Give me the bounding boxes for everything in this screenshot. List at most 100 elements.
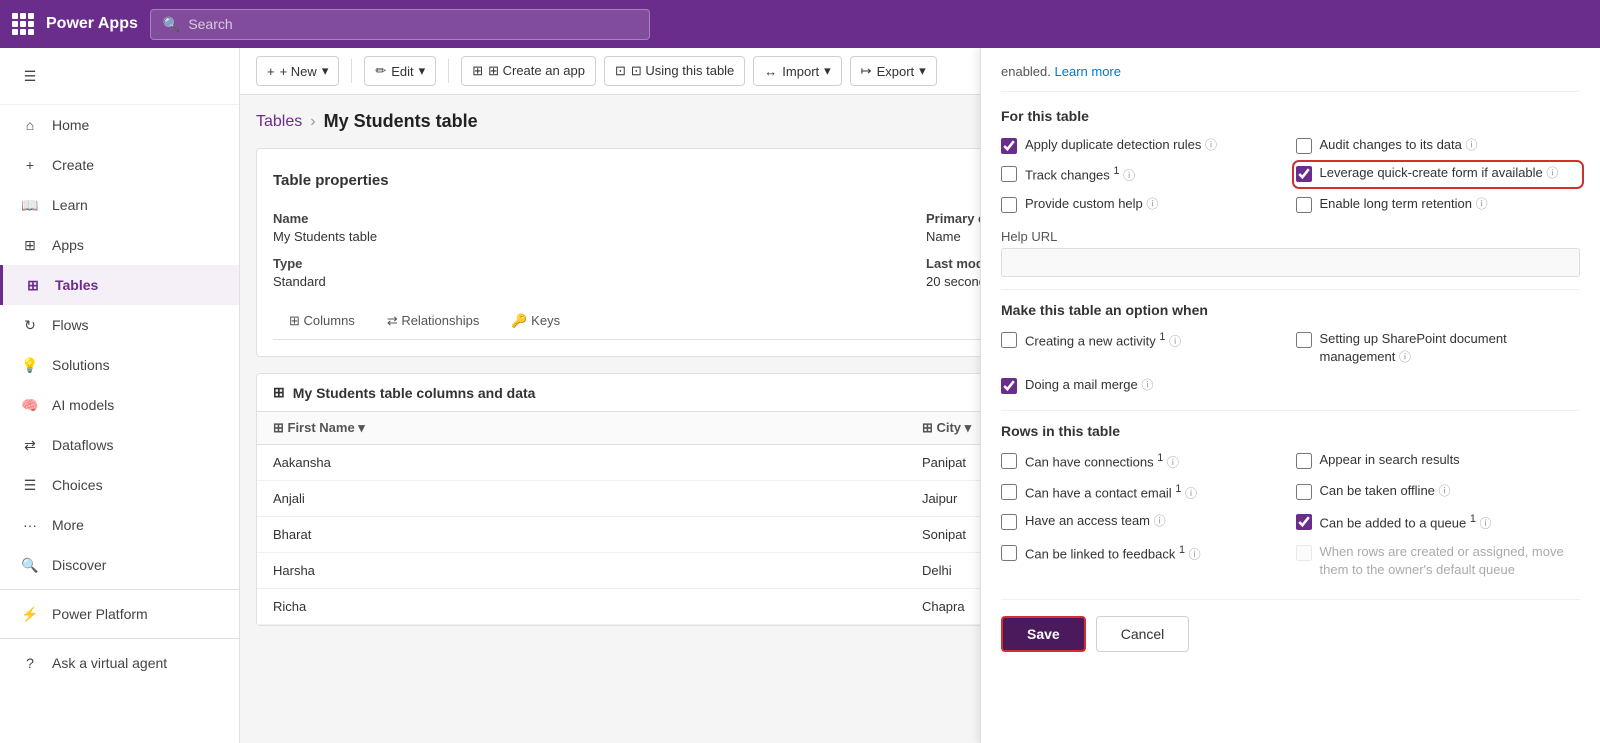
label-can-have-contact[interactable]: Can have a contact email 1 ⓘ [1025, 482, 1197, 503]
cell-first-name: Aakansha [257, 445, 906, 481]
info-apply-dup[interactable]: ⓘ [1205, 138, 1217, 152]
info-can-have-connections[interactable]: ⓘ [1167, 456, 1179, 470]
rows-grid: Can have connections 1 ⓘ Appear in searc… [1001, 451, 1580, 579]
tables-icon: ⊞ [23, 275, 43, 295]
sidebar-label-dataflows: Dataflows [52, 437, 113, 453]
import-icon: ↔ [764, 64, 777, 79]
import-button[interactable]: ↔ Import ▾ [753, 56, 841, 86]
checkbox-have-access-team[interactable] [1001, 514, 1017, 530]
tab-columns[interactable]: ⊞ Columns [273, 305, 371, 339]
info-have-access-team[interactable]: ⓘ [1154, 514, 1166, 528]
sidebar-item-ask-agent[interactable]: ? Ask a virtual agent [0, 643, 239, 683]
sidebar-collapse[interactable]: ☰ [0, 56, 239, 96]
sidebar-item-more[interactable]: ··· More [0, 505, 239, 545]
info-provide-custom[interactable]: ⓘ [1146, 197, 1158, 211]
info-audit-changes[interactable]: ⓘ [1465, 138, 1477, 152]
new-button[interactable]: + + New ▾ [256, 56, 339, 86]
checkbox-appear-search[interactable] [1296, 453, 1312, 469]
checkbox-can-be-linked[interactable] [1001, 545, 1017, 561]
create-app-button[interactable]: ⊞ ⊞ Create an app [461, 56, 596, 86]
checkbox-can-have-connections[interactable] [1001, 453, 1017, 469]
tab-relationships[interactable]: ⇄ Relationships [371, 305, 496, 339]
grid-icon[interactable] [12, 13, 34, 35]
info-doing-mail[interactable]: ⓘ [1141, 378, 1153, 392]
info-can-be-added-queue[interactable]: ⓘ [1480, 517, 1492, 531]
tab-keys[interactable]: 🔑 Keys [495, 305, 576, 339]
checkbox-apply-dup[interactable] [1001, 138, 1017, 154]
search-bar[interactable]: 🔍 [150, 9, 650, 40]
export-icon: ↦ [861, 63, 872, 79]
sidebar-item-dataflows[interactable]: ⇄ Dataflows [0, 425, 239, 465]
cell-first-name: Richa [257, 589, 906, 625]
sidebar-item-ai-models[interactable]: 🧠 AI models [0, 385, 239, 425]
cell-first-name: Bharat [257, 517, 906, 553]
info-can-be-offline[interactable]: ⓘ [1439, 484, 1451, 498]
info-can-be-linked[interactable]: ⓘ [1189, 547, 1201, 561]
checkbox-can-have-contact[interactable] [1001, 484, 1017, 500]
cancel-button[interactable]: Cancel [1096, 616, 1190, 652]
label-provide-custom[interactable]: Provide custom help ⓘ [1025, 195, 1158, 213]
sidebar-item-discover[interactable]: 🔍 Discover [0, 545, 239, 585]
checkbox-sharepoint-doc[interactable] [1296, 332, 1312, 348]
label-track-changes[interactable]: Track changes 1 ⓘ [1025, 164, 1135, 185]
checkbox-doing-mail[interactable] [1001, 378, 1017, 394]
sidebar-item-flows[interactable]: ↻ Flows [0, 305, 239, 345]
search-input[interactable] [188, 16, 637, 32]
learn-icon: 📖 [20, 195, 40, 215]
info-leverage-quick[interactable]: ⓘ [1546, 166, 1558, 180]
sidebar-item-create[interactable]: + Create [0, 145, 239, 185]
new-label: + New [280, 64, 317, 79]
label-can-have-connections[interactable]: Can have connections 1 ⓘ [1025, 451, 1179, 472]
flows-icon: ↻ [20, 315, 40, 335]
checkbox-enable-long-term[interactable] [1296, 197, 1312, 213]
sidebar-item-solutions[interactable]: 💡 Solutions [0, 345, 239, 385]
checkbox-leverage-quick[interactable] [1296, 166, 1312, 182]
label-doing-mail[interactable]: Doing a mail merge ⓘ [1025, 376, 1153, 394]
label-can-be-offline[interactable]: Can be taken offline ⓘ [1320, 482, 1451, 500]
create-app-icon: ⊞ [472, 63, 483, 79]
checkbox-can-be-added-queue[interactable] [1296, 514, 1312, 530]
label-enable-long-term[interactable]: Enable long term retention ⓘ [1320, 195, 1488, 213]
sidebar-label-power-platform: Power Platform [52, 606, 148, 622]
label-creating-activity[interactable]: Creating a new activity 1 ⓘ [1025, 330, 1181, 351]
type-label: Type [273, 256, 914, 271]
col-first-name[interactable]: ⊞ First Name ▾ [257, 412, 906, 445]
label-apply-dup[interactable]: Apply duplicate detection rules ⓘ [1025, 136, 1217, 154]
main-content: + + New ▾ ✏ Edit ▾ ⊞ ⊞ Create an app ⊡ ⊡… [240, 48, 1600, 743]
info-track-changes[interactable]: ⓘ [1123, 169, 1135, 183]
info-enable-long-term[interactable]: ⓘ [1476, 197, 1488, 211]
checkbox-track-changes[interactable] [1001, 166, 1017, 182]
checkbox-creating-activity[interactable] [1001, 332, 1017, 348]
label-can-be-added-queue[interactable]: Can be added to a queue 1 ⓘ [1320, 512, 1492, 533]
checkbox-can-be-offline[interactable] [1296, 484, 1312, 500]
checkbox-audit-changes[interactable] [1296, 138, 1312, 154]
check-can-have-connections: Can have connections 1 ⓘ [1001, 451, 1286, 472]
sidebar-label-discover: Discover [52, 557, 106, 573]
check-enable-long-term: Enable long term retention ⓘ [1296, 195, 1581, 213]
info-can-have-contact[interactable]: ⓘ [1185, 486, 1197, 500]
label-sharepoint-doc[interactable]: Setting up SharePoint document managemen… [1320, 330, 1581, 366]
export-button[interactable]: ↦ Export ▾ [850, 56, 937, 86]
sidebar-item-learn[interactable]: 📖 Learn [0, 185, 239, 225]
info-creating-activity[interactable]: ⓘ [1169, 334, 1181, 348]
sidebar-item-home[interactable]: ⌂ Home [0, 105, 239, 145]
ai-models-icon: 🧠 [20, 395, 40, 415]
learn-more-link[interactable]: Learn more [1055, 64, 1121, 79]
label-can-be-linked[interactable]: Can be linked to feedback 1 ⓘ [1025, 543, 1201, 564]
sidebar-item-apps[interactable]: ⊞ Apps [0, 225, 239, 265]
sidebar-item-tables[interactable]: ⊞ Tables [0, 265, 239, 305]
label-have-access-team[interactable]: Have an access team ⓘ [1025, 512, 1166, 530]
label-audit-changes[interactable]: Audit changes to its data ⓘ [1320, 136, 1478, 154]
info-sharepoint-doc[interactable]: ⓘ [1399, 350, 1411, 364]
label-leverage-quick[interactable]: Leverage quick-create form if available … [1320, 164, 1559, 182]
breadcrumb-parent[interactable]: Tables [256, 113, 302, 131]
sidebar: ☰ ⌂ Home + Create 📖 Learn ⊞ Apps ⊞ Table… [0, 48, 240, 743]
using-table-button[interactable]: ⊡ ⊡ Using this table [604, 56, 745, 86]
help-url-input[interactable] [1001, 248, 1580, 277]
sidebar-item-power-platform[interactable]: ⚡ Power Platform [0, 594, 239, 634]
save-button[interactable]: Save [1001, 616, 1086, 652]
label-appear-search[interactable]: Appear in search results [1320, 451, 1460, 469]
checkbox-provide-custom[interactable] [1001, 197, 1017, 213]
sidebar-item-choices[interactable]: ☰ Choices [0, 465, 239, 505]
edit-button[interactable]: ✏ Edit ▾ [364, 56, 436, 86]
